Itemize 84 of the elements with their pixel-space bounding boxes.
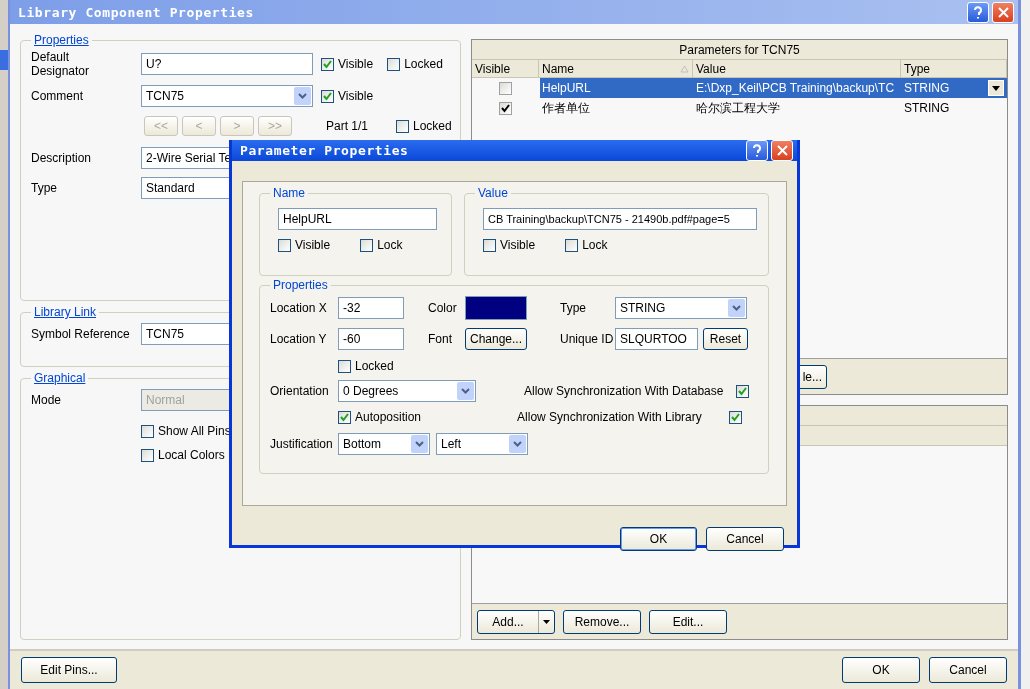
- table-cell: STRING: [904, 101, 950, 115]
- table-cell-text: 哈尔滨工程大学: [695, 99, 781, 117]
- locked-checkbox[interactable]: Locked: [387, 57, 443, 71]
- column-header[interactable]: Type: [901, 60, 1007, 78]
- visible-checkbox[interactable]: [499, 101, 512, 115]
- remove-button[interactable]: Remove...: [563, 609, 641, 634]
- visible-checkbox[interactable]: [499, 81, 512, 95]
- table-cell: STRING: [904, 81, 950, 95]
- reset-button[interactable]: Reset: [703, 328, 748, 350]
- change-font-button[interactable]: Change...: [465, 328, 527, 350]
- grid-title: Parameters for TCN75: [472, 40, 1007, 60]
- edit-pins-button[interactable]: Edit Pins...: [21, 657, 117, 683]
- part-label: Part 1/1: [326, 119, 370, 133]
- table-row[interactable]: 作者单位 哈尔滨工程大学 STRING: [472, 98, 1007, 118]
- field-label: Allow Synchronization With Library: [517, 410, 703, 424]
- orientation-dropdown[interactable]: 0 Degrees: [338, 380, 476, 402]
- group-title: Name: [272, 186, 306, 200]
- visible-checkbox[interactable]: Visible: [321, 57, 374, 71]
- lock-checkbox[interactable]: Lock: [565, 238, 608, 252]
- help-icon[interactable]: [746, 140, 768, 161]
- field-label: Justification: [270, 437, 334, 451]
- cancel-button[interactable]: Cancel: [929, 657, 1007, 683]
- column-header[interactable]: Name: [539, 60, 693, 78]
- group-title: Properties: [272, 278, 329, 292]
- field-label: Symbol Reference: [31, 327, 131, 341]
- field-label: Allow Synchronization With Database: [524, 384, 725, 398]
- visible-checkbox[interactable]: Visible: [278, 238, 331, 252]
- visible-checkbox[interactable]: Visible: [483, 238, 536, 252]
- checkmark-icon: [731, 412, 741, 422]
- sort-arrow-icon: [680, 64, 689, 73]
- type-dropdown[interactable]: STRING: [615, 297, 747, 319]
- value-field[interactable]: CB Training\backup\TCN75 - 21490b.pdf#page=5: [483, 208, 757, 230]
- field-label: Description: [31, 151, 93, 165]
- checkmark-icon: [501, 103, 510, 113]
- chevron-down-icon: [411, 435, 428, 453]
- unique-id-field[interactable]: SLQURTOO: [615, 328, 698, 350]
- checkmark-icon: [340, 412, 349, 422]
- cancel-button[interactable]: Cancel: [706, 527, 784, 551]
- group-title: Library Link: [33, 305, 98, 319]
- local-colors-checkbox[interactable]: Local Colors: [141, 448, 225, 462]
- field-label: Type: [560, 301, 587, 315]
- lock-checkbox[interactable]: Lock: [360, 238, 403, 252]
- field-label: Type: [31, 181, 58, 195]
- field-label: Location X: [270, 301, 328, 315]
- visible-checkbox[interactable]: Visible: [321, 89, 374, 103]
- table-cell-text: E:\Dxp_Keil\PCB Training\backup\TC: [695, 80, 896, 97]
- chevron-down-icon: [457, 382, 474, 400]
- color-swatch[interactable]: [465, 296, 527, 320]
- field-label: Comment: [31, 89, 84, 103]
- add-button[interactable]: Add...: [477, 609, 555, 634]
- close-icon[interactable]: [992, 1, 1014, 23]
- window-title: Library Component Properties: [18, 4, 255, 20]
- group-title: Value: [477, 186, 509, 200]
- designator-field[interactable]: U?: [141, 53, 313, 75]
- locked-checkbox[interactable]: Locked: [338, 359, 394, 373]
- group-title: Properties: [33, 33, 90, 47]
- field-label: Color: [428, 301, 458, 315]
- edit-button[interactable]: Edit...: [649, 609, 727, 634]
- help-icon[interactable]: [967, 1, 989, 23]
- location-y-field[interactable]: -60: [338, 328, 404, 350]
- field-label: Unique ID: [560, 332, 615, 346]
- checkmark-icon: [738, 386, 747, 396]
- column-header[interactable]: Visible: [472, 60, 539, 78]
- group-title: Graphical: [33, 371, 87, 385]
- chevron-down-icon: [509, 435, 526, 453]
- justification-dropdown[interactable]: Left: [436, 433, 528, 455]
- close-icon[interactable]: [771, 140, 793, 161]
- field-label: Default Designator: [31, 50, 91, 78]
- checkmark-icon: [323, 59, 332, 69]
- autoposition-checkbox[interactable]: Autoposition: [338, 410, 422, 424]
- chevron-down-icon: [728, 299, 745, 317]
- justification-dropdown[interactable]: Bottom: [338, 433, 430, 455]
- ok-button[interactable]: OK: [842, 657, 920, 683]
- column-header[interactable]: Value: [693, 60, 901, 78]
- ok-button[interactable]: OK: [620, 527, 697, 551]
- field-label: Font: [428, 332, 453, 346]
- name-field[interactable]: HelpURL: [278, 208, 437, 230]
- table-cell-text: HelpURL: [541, 80, 592, 97]
- chevron-down-icon: [294, 87, 311, 105]
- comment-dropdown[interactable]: TCN75: [141, 85, 313, 107]
- location-x-field[interactable]: -32: [338, 297, 404, 319]
- field-label: Mode: [31, 393, 63, 407]
- checkmark-icon: [323, 91, 332, 101]
- table-cell-text: 作者单位: [541, 99, 591, 117]
